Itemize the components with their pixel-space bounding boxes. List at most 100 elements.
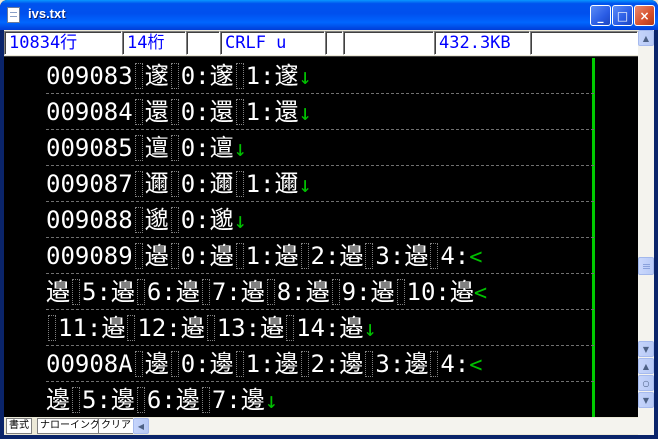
- line-text: 1:邃: [245, 62, 299, 90]
- fullwidth-space-mark: [134, 99, 143, 125]
- fullwidth-space-mark: [286, 315, 295, 341]
- scroll-up-button[interactable]: ▲: [638, 30, 654, 46]
- fullwidth-space-mark: [365, 351, 374, 377]
- scroll-down-button[interactable]: ▼: [638, 341, 654, 357]
- thumb-grip: [643, 266, 650, 267]
- fullwidth-space-mark: [365, 243, 374, 269]
- line-text: 邃: [144, 62, 169, 90]
- line-text: 邅: [144, 134, 169, 162]
- line-text: 0:邈: [180, 206, 234, 234]
- line-text: 6:邉: [146, 278, 200, 306]
- text-line[interactable]: 00908A 邊 0:邊 1:邊 2:邊 3:邊 4:<: [46, 347, 594, 382]
- status-empty-3: [343, 31, 434, 55]
- document-icon[interactable]: [7, 7, 20, 23]
- text-line[interactable]: 009085 邅 0:邅↓: [46, 131, 594, 166]
- newline-mark-icon: ↓: [298, 65, 312, 90]
- status-bar: 10834行 14桁 CRLF u 432.3KB: [4, 30, 638, 56]
- fullwidth-space-mark: [170, 99, 179, 125]
- tab-clear[interactable]: クリア: [98, 418, 134, 434]
- line-text: 0:邅: [180, 134, 234, 162]
- wrap-mark-icon: <: [469, 245, 483, 270]
- line-text: 1:邉: [245, 242, 299, 270]
- fullwidth-space-mark: [396, 279, 405, 305]
- text-line[interactable]: 009084 還 0:還 1:還↓: [46, 95, 594, 130]
- close-button[interactable]: ×: [634, 5, 655, 26]
- line-text: 邇: [144, 170, 169, 198]
- line-text: 邉: [46, 278, 70, 306]
- vertical-scrollbar[interactable]: ▲ ▼ ▲ ○ ▼: [638, 30, 654, 435]
- fullwidth-space-mark: [170, 351, 179, 377]
- line-text: 邊: [46, 386, 70, 414]
- fullwidth-space-mark: [136, 387, 145, 413]
- status-newline-encoding: CRLF u: [220, 31, 325, 55]
- fullwidth-space-mark: [136, 279, 145, 305]
- line-text: 8:邉: [276, 278, 330, 306]
- horizontal-scrollbar[interactable]: ◀: [133, 418, 638, 434]
- fullwidth-space-mark: [201, 387, 210, 413]
- fullwidth-space-mark: [134, 207, 143, 233]
- scroll-left-button[interactable]: ◀: [133, 418, 149, 434]
- line-text: 00908A: [46, 350, 133, 378]
- fullwidth-space-mark: [170, 171, 179, 197]
- newline-mark-icon: ↓: [363, 317, 377, 342]
- fullwidth-space-mark: [235, 99, 244, 125]
- line-text: 14:邉: [296, 314, 364, 342]
- fullwidth-space-mark: [127, 315, 136, 341]
- line-text: 12:邉: [137, 314, 205, 342]
- tab-format[interactable]: 書式: [6, 418, 32, 434]
- text-line[interactable]: 11:邉 12:邉 13:邉 14:邉↓: [46, 311, 594, 346]
- line-text: 009089: [46, 242, 133, 270]
- minimize-button[interactable]: _: [590, 5, 611, 26]
- line-text: 邊: [144, 350, 169, 378]
- line-text: 5:邊: [82, 386, 135, 414]
- client-area: 10834行 14桁 CRLF u 432.3KB 009083 邃 0:邃 1:邃↓…: [4, 30, 654, 435]
- maximize-button[interactable]: □: [612, 5, 633, 26]
- status-empty-2: [325, 31, 343, 55]
- fullwidth-space-mark: [235, 171, 244, 197]
- line-text: 0:邃: [180, 62, 234, 90]
- fullwidth-space-mark: [134, 243, 143, 269]
- fullwidth-space-mark: [134, 171, 143, 197]
- fullwidth-space-mark: [331, 279, 340, 305]
- line-text: 邉: [144, 242, 169, 270]
- fullwidth-space-mark: [170, 135, 179, 161]
- line-text: 7:邉: [211, 278, 265, 306]
- line-text: 3:邊: [375, 350, 429, 378]
- newline-mark-icon: ↓: [233, 137, 247, 162]
- fullwidth-space-mark: [430, 351, 439, 377]
- thumb-grip: [643, 264, 650, 265]
- fullwidth-space-mark: [300, 243, 309, 269]
- text-editor[interactable]: 009083 邃 0:邃 1:邃↓ 009084 還 0:還 1:還↓ 009085 邅 0:邅↓ 0…: [4, 56, 638, 435]
- line-text: 0:邇: [180, 170, 234, 198]
- newline-mark-icon: ↓: [264, 389, 278, 414]
- tab-narrowing[interactable]: ナローイング: [37, 418, 103, 434]
- text-line[interactable]: 009087 邇 0:邇 1:邇↓: [46, 167, 594, 202]
- line-text: 4:: [440, 350, 470, 378]
- line-text: 1:邇: [245, 170, 299, 198]
- line-text: 2:邉: [310, 242, 364, 270]
- text-line[interactable]: 邉 5:邉 6:邉 7:邉 8:邉 9:邉 10:邉<: [46, 275, 594, 310]
- select-browse-object-button[interactable]: ○: [638, 375, 654, 391]
- editor-window: ivs.txt _ □ × 10834行 14桁 CRLF u 432.3KB …: [0, 0, 658, 439]
- line-text: 1:還: [245, 98, 299, 126]
- fullwidth-space-mark: [72, 279, 80, 305]
- line-text: 009085: [46, 134, 133, 162]
- next-page-button[interactable]: ▼: [638, 392, 654, 408]
- title-bar[interactable]: ivs.txt _ □ ×: [0, 0, 658, 30]
- fullwidth-space-mark: [134, 135, 143, 161]
- line-text: 6:邊: [146, 386, 200, 414]
- text-line[interactable]: 邊 5:邊 6:邊 7:邊↓: [46, 383, 594, 418]
- wrap-mark-icon: <: [469, 353, 483, 378]
- prev-page-button[interactable]: ▲: [638, 358, 654, 374]
- line-text: 1:邊: [245, 350, 299, 378]
- text-line[interactable]: 009083 邃 0:邃 1:邃↓: [46, 59, 594, 94]
- fullwidth-space-mark: [206, 315, 215, 341]
- scroll-thumb[interactable]: [638, 257, 654, 275]
- text-line[interactable]: 009088 邈 0:邈↓: [46, 203, 594, 238]
- text-line[interactable]: 009089 邉 0:邉 1:邉 2:邉 3:邉 4:<: [46, 239, 594, 274]
- line-text: 7:邊: [211, 386, 265, 414]
- fullwidth-space-mark: [201, 279, 210, 305]
- status-empty-1: [186, 31, 220, 55]
- status-line-count: 10834行: [4, 31, 122, 55]
- fullwidth-space-mark: [235, 63, 244, 89]
